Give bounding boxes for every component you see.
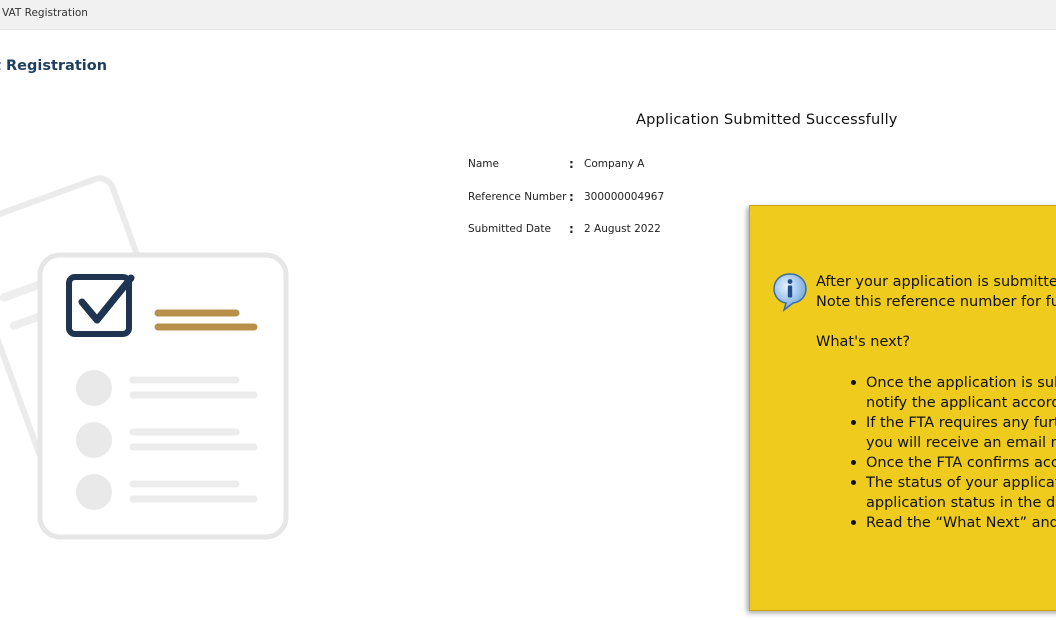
detail-value: 2 August 2022 — [584, 223, 661, 235]
list-item-continuation: application status in the da — [866, 495, 1056, 511]
list-item: If the FTA requires any furt — [851, 413, 1056, 433]
detail-label: Reference Number — [468, 190, 567, 203]
top-bar: VAT Registration — [0, 0, 1056, 30]
application-checklist-illustration — [0, 175, 289, 540]
detail-value: 300000004967 — [584, 190, 665, 203]
detail-colon: : — [569, 222, 574, 236]
tooltip-text: After your application is submitted Note… — [816, 272, 1056, 533]
success-title: Application Submitted Successfully — [636, 112, 898, 128]
detail-label: Submitted Date — [468, 223, 551, 235]
detail-value: Company A — [584, 158, 645, 170]
detail-label: Name — [468, 158, 499, 170]
detail-colon: : — [569, 189, 574, 204]
list-item: Once the application is sub — [851, 373, 1056, 393]
tooltip-line: After your application is submitted — [816, 274, 1056, 290]
tooltip-line: Note this reference number for fut — [816, 294, 1056, 310]
info-icon — [773, 273, 807, 312]
whats-next-heading: What's next? — [816, 334, 911, 350]
page-title: t Registration — [0, 58, 108, 74]
list-item: Once the FTA confirms acc — [851, 453, 1056, 473]
info-tooltip-panel: After your application is submitted Note… — [749, 205, 1056, 611]
list-item: Read the “What Next” and — [851, 513, 1056, 533]
detail-colon: : — [569, 157, 574, 171]
next-steps-list: Once the application is sub notify the a… — [816, 373, 1056, 533]
breadcrumb[interactable]: VAT Registration — [2, 7, 88, 19]
list-item-continuation: notify the applicant accord — [866, 395, 1056, 411]
list-item: The status of your applicat — [851, 473, 1056, 493]
list-item-continuation: you will receive an email no — [866, 435, 1056, 451]
